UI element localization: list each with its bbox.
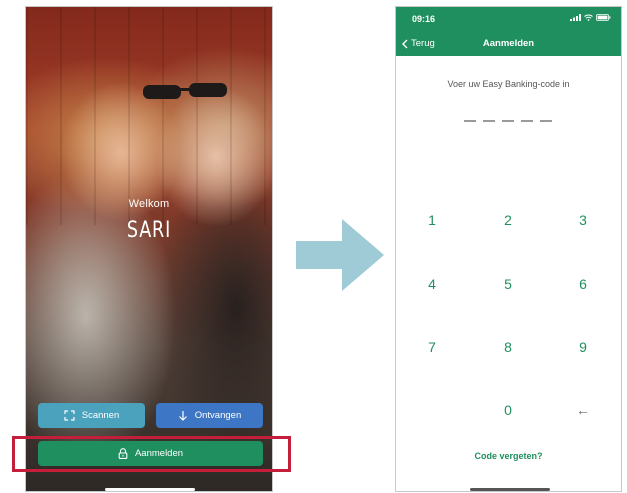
sunglasses-graphic bbox=[143, 83, 227, 99]
welcome-screen: Welkom SARI Scannen Ontvangen Aanmelden bbox=[25, 6, 273, 492]
pin-input[interactable] bbox=[464, 120, 552, 122]
receive-button[interactable]: Ontvangen bbox=[156, 403, 263, 428]
signal-icon bbox=[570, 14, 581, 21]
keypad-key-3[interactable]: 3 bbox=[563, 208, 603, 232]
forgot-code-link[interactable]: Code vergeten? bbox=[396, 451, 621, 461]
keypad-key-6[interactable]: 6 bbox=[563, 272, 603, 296]
keypad-key-2[interactable]: 2 bbox=[488, 208, 528, 232]
top-bar: 09:16 Terug Aanmelden bbox=[396, 7, 621, 56]
scan-button[interactable]: Scannen bbox=[38, 403, 145, 428]
keypad-key-5[interactable]: 5 bbox=[488, 272, 528, 296]
battery-icon bbox=[596, 14, 611, 21]
keypad-key-4[interactable]: 4 bbox=[412, 272, 452, 296]
keypad-key-0[interactable]: 0 bbox=[488, 398, 528, 422]
wifi-icon bbox=[584, 14, 593, 21]
status-icons bbox=[570, 14, 611, 21]
login-highlight-box bbox=[12, 436, 291, 472]
pin-digit-slot bbox=[502, 120, 514, 122]
pin-digit-slot bbox=[483, 120, 495, 122]
backspace-key[interactable]: ← bbox=[563, 398, 603, 422]
page-title: Aanmelden bbox=[482, 38, 535, 49]
welcome-greeting: Welkom bbox=[128, 198, 170, 210]
scan-frame-icon bbox=[64, 410, 75, 421]
right-arrow-icon bbox=[296, 219, 384, 291]
keypad-key-9[interactable]: 9 bbox=[563, 335, 603, 359]
home-indicator[interactable] bbox=[470, 488, 550, 491]
keypad-key-7[interactable]: 7 bbox=[412, 335, 452, 359]
arrow-down-icon bbox=[178, 411, 187, 421]
receive-button-label: Ontvangen bbox=[194, 410, 242, 421]
status-time: 09:16 bbox=[412, 14, 436, 24]
keypad-key-8[interactable]: 8 bbox=[488, 335, 528, 359]
pin-screen: 09:16 Terug Aanmelden Voer uw Easy Banki… bbox=[395, 6, 622, 492]
keypad-key-1[interactable]: 1 bbox=[412, 208, 452, 232]
pin-digit-slot bbox=[464, 120, 476, 122]
pin-digit-slot bbox=[521, 120, 533, 122]
user-name: SARI bbox=[126, 218, 172, 243]
home-indicator[interactable] bbox=[105, 488, 195, 491]
scan-button-label: Scannen bbox=[81, 410, 120, 421]
pin-digit-slot bbox=[540, 120, 552, 122]
pin-prompt: Voer uw Easy Banking-code in bbox=[447, 79, 570, 89]
